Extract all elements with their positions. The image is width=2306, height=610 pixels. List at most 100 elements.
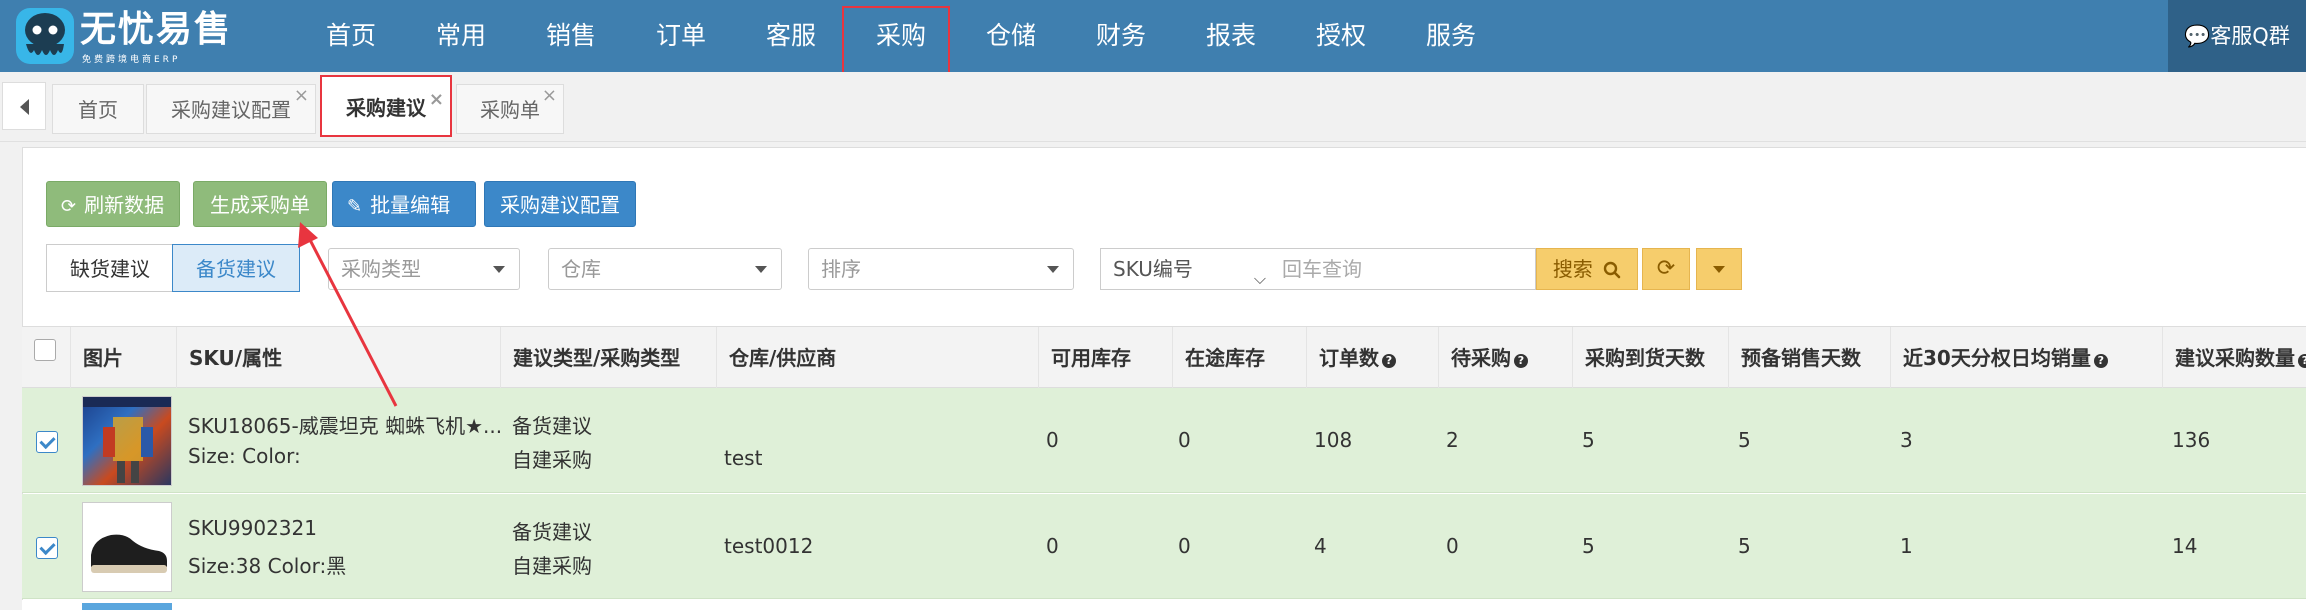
refresh-icon: ⟳ <box>61 196 77 217</box>
sku-attributes: Size: Color: <box>188 444 301 468</box>
warehouse-placeholder: 仓库 <box>561 257 601 281</box>
app-logo[interactable]: 无忧易售 免费跨境电商ERP <box>14 6 244 66</box>
close-icon[interactable]: × <box>294 71 309 121</box>
tab-purchase-suggestion-config[interactable]: 采购建议配置 × <box>146 84 316 134</box>
tab-scroll-left-button[interactable] <box>2 82 46 130</box>
suggest-qty: 14 <box>2172 534 2198 558</box>
nav-warehouse[interactable]: 仓储 <box>956 0 1066 72</box>
row-checkbox[interactable] <box>36 537 58 559</box>
tab-label: 采购建议 <box>346 96 426 120</box>
customer-service-qq-button[interactable]: 💬客服Q群 <box>2168 0 2306 72</box>
batch-edit-label: 批量编辑 <box>370 193 451 217</box>
caret-down-icon <box>493 266 505 273</box>
order-count: 108 <box>1314 428 1353 452</box>
tab-purchase-suggestion[interactable]: 采购建议 × <box>320 75 452 137</box>
column-order-count-label: 订单数 <box>1319 346 1379 370</box>
tab-label: 采购建议配置 <box>171 98 291 122</box>
refresh-data-button[interactable]: ⟳ 刷新数据 <box>46 181 180 227</box>
stock-suggestion-toggle[interactable]: 备货建议 <box>172 244 300 292</box>
search-input[interactable]: 回车查询 <box>1280 248 1536 290</box>
sku-field-select[interactable]: SKU编号 ⌵ <box>1100 248 1280 290</box>
avg-daily-sales: 3 <box>1900 428 1913 452</box>
nav-finance[interactable]: 财务 <box>1066 0 1176 72</box>
edit-icon: ✎ <box>347 196 363 217</box>
table-row[interactable]: SKU9902321 Size:38 Color:黑 备货建议 自建采购 tes… <box>22 494 2306 599</box>
octopus-logo-icon <box>16 8 74 64</box>
tab-bar: 首页 采购建议配置 × 采购建议 × 采购单 × <box>0 72 2306 142</box>
column-pending-purchase-label: 待采购 <box>1451 346 1511 370</box>
shortage-suggestion-toggle[interactable]: 缺货建议 <box>46 244 174 292</box>
column-order-count: 订单数? <box>1306 327 1440 389</box>
purchase-suggestion-config-label: 采购建议配置 <box>500 193 620 217</box>
sku-field-label: SKU编号 <box>1113 257 1193 281</box>
arrival-days: 5 <box>1582 428 1595 452</box>
table-row-partial <box>22 600 2306 610</box>
close-icon[interactable]: × <box>542 71 557 121</box>
warehouse-supplier: test <box>724 446 763 470</box>
column-pending-purchase: 待采购? <box>1438 327 1572 389</box>
pending-purchase: 0 <box>1446 534 1459 558</box>
column-suggest-type: 建议类型/采购类型 <box>500 327 716 389</box>
purchase-suggestion-config-button[interactable]: 采购建议配置 <box>484 181 636 227</box>
shoe-image <box>91 534 167 573</box>
search-input-placeholder: 回车查询 <box>1282 257 1362 281</box>
help-icon[interactable]: ? <box>1382 354 1396 368</box>
column-avg-daily-sales: 近30天分权日均销量? <box>1890 327 2154 389</box>
column-suggest-qty: 建议采购数量? <box>2162 327 2306 389</box>
pending-purchase: 2 <box>1446 428 1459 452</box>
top-header: 无忧易售 免费跨境电商ERP 首页 常用 销售 订单 客服 采购 仓储 财务 报… <box>0 0 2306 72</box>
batch-edit-button[interactable]: ✎ 批量编辑 <box>332 181 476 227</box>
select-all-checkbox[interactable] <box>34 339 56 361</box>
chevron-down-icon: ⌵ <box>1253 269 1266 288</box>
warehouse-select[interactable]: 仓库 <box>548 248 782 290</box>
nav-orders[interactable]: 订单 <box>626 0 736 72</box>
nav-home[interactable]: 首页 <box>296 0 406 72</box>
in-transit-stock: 0 <box>1178 534 1191 558</box>
column-avg-daily-sales-label: 近30天分权日均销量 <box>1903 346 2091 370</box>
product-image[interactable] <box>82 396 172 486</box>
customer-service-label: 客服Q群 <box>2210 24 2290 48</box>
nav-authorize[interactable]: 授权 <box>1286 0 1396 72</box>
sale-days: 5 <box>1738 534 1751 558</box>
reset-search-button[interactable]: ⟳ <box>1642 248 1690 290</box>
column-available-stock: 可用库存 <box>1038 327 1170 389</box>
table-row[interactable]: SKU18065-威震坦克 蜘蛛飞机★... Size: Color: 备货建议… <box>22 388 2306 493</box>
close-icon[interactable]: × <box>429 69 444 131</box>
help-icon[interactable]: ? <box>2093 354 2108 368</box>
tab-home[interactable]: 首页 <box>52 84 144 134</box>
purchase-type-placeholder: 采购类型 <box>341 257 421 281</box>
help-icon[interactable]: ? <box>2298 354 2306 368</box>
nav-services[interactable]: 服务 <box>1396 0 1506 72</box>
sort-select[interactable]: 排序 <box>808 248 1074 290</box>
nav-sales[interactable]: 销售 <box>516 0 626 72</box>
help-icon[interactable]: ? <box>1514 354 1528 368</box>
nav-service[interactable]: 客服 <box>736 0 846 72</box>
column-arrival-days: 采购到货天数 <box>1572 327 1728 389</box>
generate-purchase-order-label: 生成采购单 <box>210 193 310 217</box>
nav-purchase[interactable]: 采购 <box>846 0 956 72</box>
column-sku: SKU/属性 <box>176 327 526 389</box>
column-in-transit-stock: 在途库存 <box>1172 327 1306 389</box>
tab-label: 首页 <box>78 98 118 122</box>
logo-subtitle: 免费跨境电商ERP <box>82 55 181 65</box>
tab-purchase-order[interactable]: 采购单 × <box>456 84 564 134</box>
sort-placeholder: 排序 <box>821 257 861 281</box>
suggest-type: 备货建议 <box>512 414 592 438</box>
robot-toy-image <box>83 397 171 483</box>
sku-name[interactable]: SKU18065-威震坦克 蜘蛛飞机★... <box>188 410 502 439</box>
generate-purchase-order-button[interactable]: 生成采购单 <box>193 181 327 227</box>
purchase-type-select[interactable]: 采购类型 <box>328 248 520 290</box>
caret-down-icon <box>755 266 767 273</box>
search-button[interactable]: 搜索 <box>1536 248 1638 290</box>
row-checkbox[interactable] <box>36 431 58 453</box>
logo-title: 无忧易售 <box>80 9 233 50</box>
more-search-dropdown-button[interactable] <box>1696 248 1742 290</box>
refresh-icon: ⟳ <box>1656 256 1676 281</box>
nav-reports[interactable]: 报表 <box>1176 0 1286 72</box>
sku-name[interactable]: SKU9902321 <box>188 516 317 540</box>
in-transit-stock: 0 <box>1178 428 1191 452</box>
product-image[interactable] <box>82 502 172 592</box>
avg-daily-sales: 1 <box>1900 534 1913 558</box>
sku-attributes: Size:38 Color:黑 <box>188 554 347 578</box>
nav-common[interactable]: 常用 <box>406 0 516 72</box>
